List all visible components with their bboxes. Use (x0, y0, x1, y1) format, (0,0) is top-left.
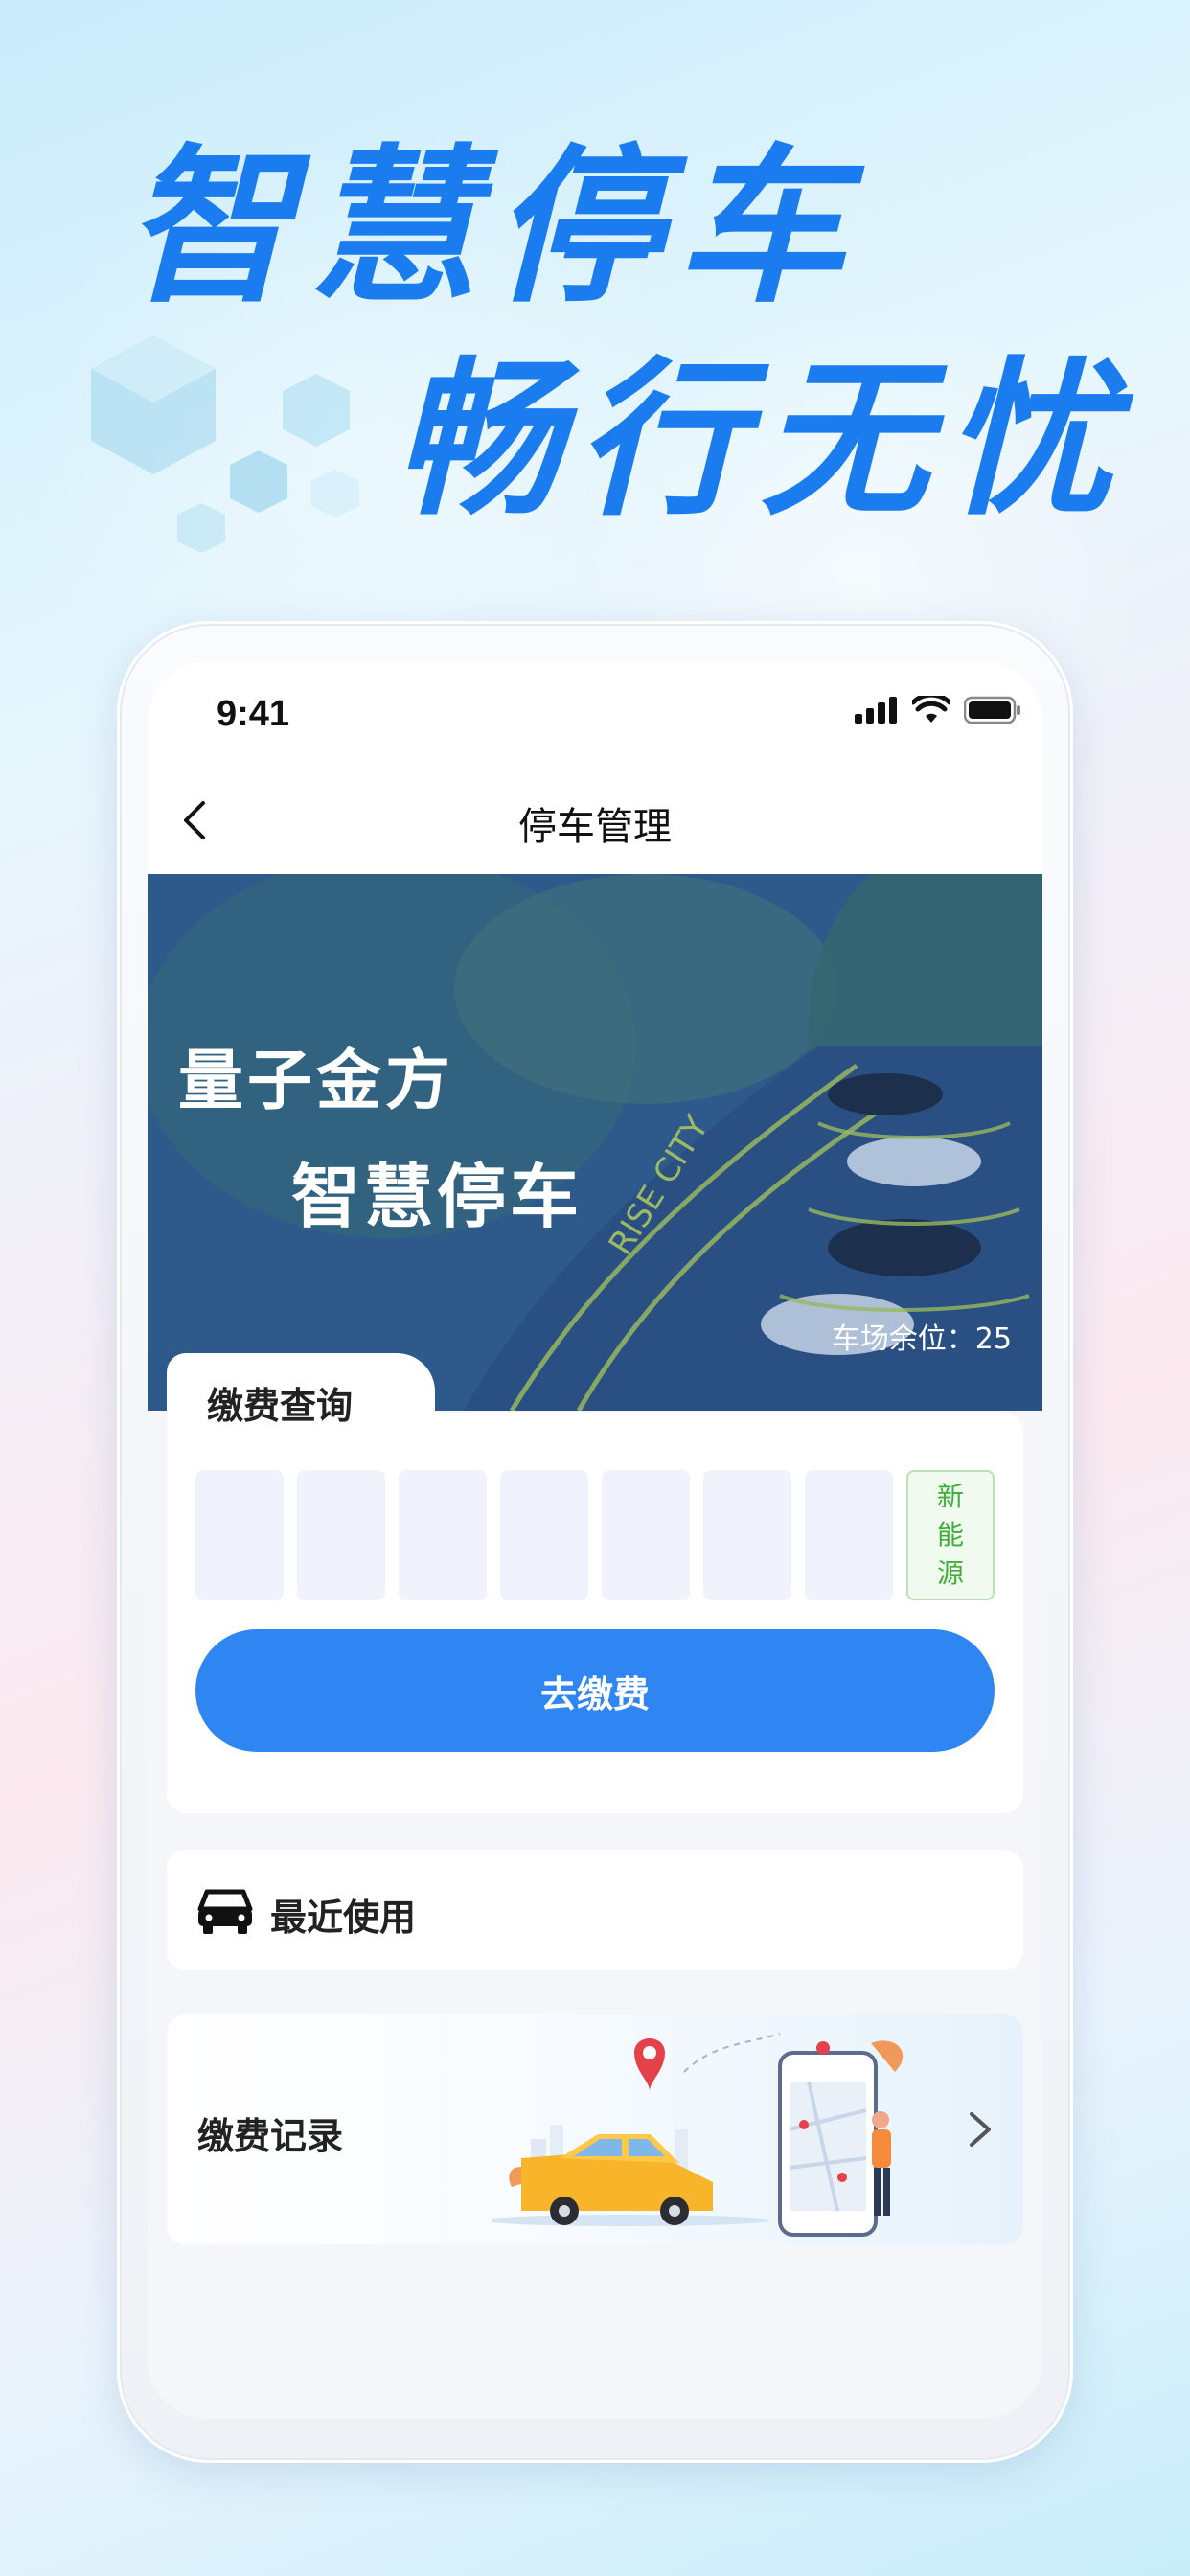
payment-tab-title: 缴费查询 (207, 1385, 354, 1427)
plate-char-input[interactable] (500, 1470, 588, 1600)
page-title: 停车管理 (518, 805, 672, 849)
plate-char-input[interactable] (703, 1470, 791, 1600)
banner-title-line2: 智慧停车 (291, 1157, 584, 1237)
car-icon (197, 1889, 253, 1934)
plate-char-input[interactable] (297, 1470, 385, 1600)
battery-icon (964, 696, 1020, 724)
nav-bar: 停车管理 (148, 767, 1042, 874)
plate-char-input[interactable] (805, 1470, 893, 1600)
available-spaces: 车场余位：25 (831, 1322, 1012, 1356)
pay-button[interactable]: 去缴费 (195, 1629, 995, 1752)
parking-banner: RISE CITY 量子金方 智慧停车 车场余位：25 (148, 874, 1042, 1411)
promo-headline-2: 畅行无忧 (393, 342, 1130, 539)
promo-headline-1: 智慧停车 (125, 129, 861, 326)
plate-char-input[interactable] (195, 1470, 284, 1600)
new-energy-plate-toggle[interactable]: 新 能 源 (906, 1470, 995, 1600)
plate-input-group: 新 能 源 (195, 1470, 995, 1600)
phone-screen: 9:41 停车管理 RISE CITY 量子金方 智慧停车 车场余位：25 缴费… (148, 661, 1042, 2419)
plate-char-input[interactable] (399, 1470, 487, 1600)
chevron-right-icon (970, 2112, 991, 2147)
wifi-icon (912, 696, 950, 723)
status-bar: 9:41 (148, 661, 1042, 767)
payment-records-card[interactable]: 缴费记录 (167, 2014, 1023, 2244)
signal-icon (855, 697, 897, 724)
payment-records-label: 缴费记录 (197, 2115, 344, 2157)
payment-query-card: 缴费查询 新 能 源 去缴费 (167, 1353, 1023, 1813)
status-time: 9:41 (217, 694, 290, 734)
banner-title-line1: 量子金方 (178, 1044, 455, 1119)
recent-use-card[interactable]: 最近使用 (167, 1850, 1023, 1970)
recent-use-label: 最近使用 (270, 1897, 417, 1939)
status-icons (855, 696, 1021, 724)
car-map-illustration (492, 2033, 904, 2237)
plate-char-input[interactable] (602, 1470, 690, 1600)
cubes-decoration (91, 335, 359, 553)
new-energy-label: 新 能 源 (936, 1481, 964, 1589)
